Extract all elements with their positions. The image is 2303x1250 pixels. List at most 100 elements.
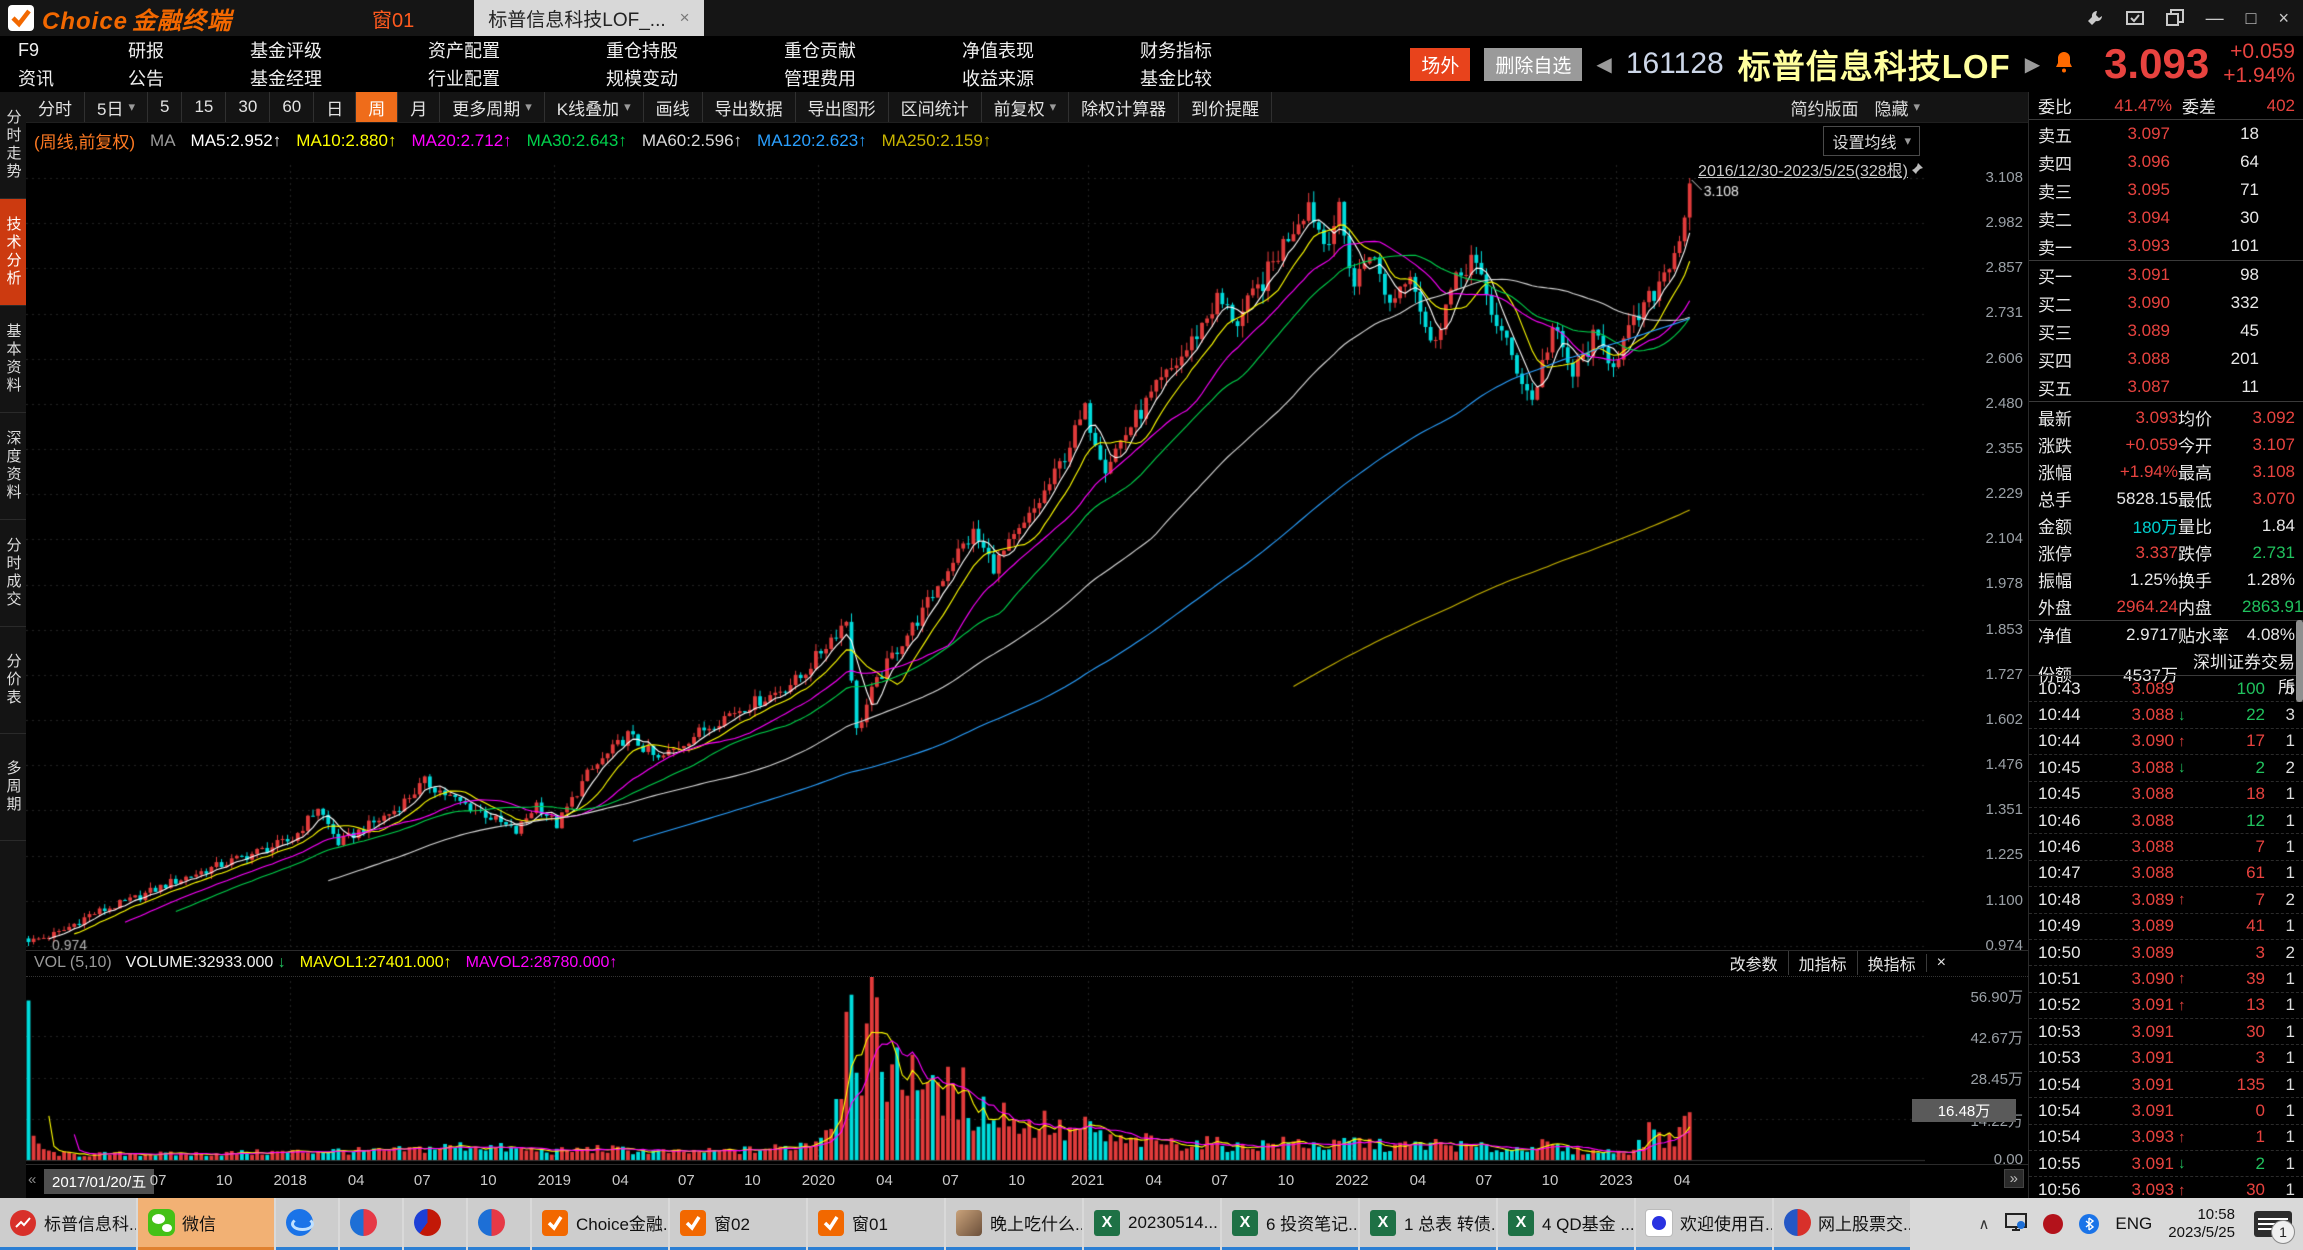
tick-row[interactable]: 10:433.0891005 bbox=[2029, 676, 2303, 702]
cascade-windows-icon[interactable] bbox=[2166, 9, 2184, 27]
taskbar-item-网上股票交...[interactable]: 网上股票交... bbox=[1774, 1198, 1910, 1250]
menu-item-F9[interactable]: F9 bbox=[10, 40, 128, 61]
next-security-icon[interactable]: ▶ bbox=[2025, 52, 2040, 77]
sidebar-item-深度资料[interactable]: 深度资料 bbox=[0, 413, 26, 520]
visible-date-range[interactable]: 2016/12/30-2023/5/25(328根) bbox=[1698, 157, 1924, 181]
toolbar-item-到价提醒[interactable]: 到价提醒 bbox=[1179, 92, 1272, 122]
toolbar-item-5日[interactable]: 5日▾ bbox=[85, 92, 148, 122]
tick-row[interactable]: 10:463.08871 bbox=[2029, 834, 2303, 860]
order-book-row[interactable]: 卖四3.09664 bbox=[2029, 148, 2303, 176]
alert-bell-icon[interactable] bbox=[2054, 51, 2074, 78]
sidebar-item-技术分析[interactable]: 技术分析 bbox=[0, 199, 26, 306]
prev-security-icon[interactable]: ◀ bbox=[1596, 52, 1611, 77]
order-book-row[interactable]: 卖三3.09571 bbox=[2029, 176, 2303, 204]
order-book-row[interactable]: 买二3.090332 bbox=[2029, 289, 2303, 317]
sidebar-item-分价表[interactable]: 分价表 bbox=[0, 627, 26, 734]
taskbar-item-4 QD基金 ...[interactable]: X4 QD基金 ... bbox=[1498, 1198, 1634, 1250]
toolbar-item-区间统计[interactable]: 区间统计 bbox=[889, 92, 982, 122]
toolbar-item-K线叠加[interactable]: K线叠加▾ bbox=[545, 92, 644, 122]
tick-row[interactable]: 10:453.088↓22 bbox=[2029, 755, 2303, 781]
indicator-action-加指标[interactable]: 加指标 bbox=[1788, 951, 1857, 975]
menu-item-收益来源[interactable]: 收益来源 bbox=[962, 65, 1140, 91]
tools-icon[interactable] bbox=[2086, 9, 2104, 27]
price-chart-canvas[interactable] bbox=[26, 159, 1925, 953]
tick-row[interactable]: 10:543.0911351 bbox=[2029, 1072, 2303, 1098]
toolbar-right-简约版面[interactable]: 简约版面 bbox=[1790, 95, 1858, 120]
tick-row[interactable]: 10:443.088↓223 bbox=[2029, 702, 2303, 728]
bluetooth-tray-icon[interactable] bbox=[2079, 1214, 2099, 1234]
ma-settings-button[interactable]: 设置均线▾ bbox=[1823, 126, 1920, 156]
taskbar-item[interactable] bbox=[404, 1198, 466, 1250]
toolbar-item-前复权[interactable]: 前复权▾ bbox=[982, 92, 1070, 122]
tick-row[interactable]: 10:503.08932 bbox=[2029, 940, 2303, 966]
taskbar-item-20230514...[interactable]: X20230514... bbox=[1084, 1198, 1220, 1250]
menu-item-重仓贡献[interactable]: 重仓贡献 bbox=[784, 37, 962, 63]
menu-item-资产配置[interactable]: 资产配置 bbox=[428, 37, 606, 63]
tick-row[interactable]: 10:483.089↑72 bbox=[2029, 887, 2303, 913]
toolbar-right-隐藏[interactable]: 隐藏▾ bbox=[1874, 95, 1920, 120]
tick-row[interactable]: 10:533.09131 bbox=[2029, 1045, 2303, 1071]
sidebar-item-基本资料[interactable]: 基本资料 bbox=[0, 306, 26, 413]
order-book-row[interactable]: 买一3.09198 bbox=[2029, 261, 2303, 289]
tick-row[interactable]: 10:533.091301 bbox=[2029, 1019, 2303, 1045]
menu-item-规模变动[interactable]: 规模变动 bbox=[606, 65, 784, 91]
taskbar-item-标普信息科...[interactable]: 标普信息科... bbox=[0, 1198, 136, 1250]
sidebar-item-多周期[interactable]: 多周期 bbox=[0, 734, 26, 841]
tick-row[interactable]: 10:523.091↑131 bbox=[2029, 993, 2303, 1019]
indicator-action-改参数[interactable]: 改参数 bbox=[1720, 951, 1788, 975]
tick-row[interactable]: 10:563.093↑301 bbox=[2029, 1177, 2303, 1198]
menu-item-基金比较[interactable]: 基金比较 bbox=[1140, 65, 1318, 91]
notification-center-icon[interactable]: 1 bbox=[2251, 1198, 2295, 1250]
toolbar-item-日[interactable]: 日 bbox=[314, 92, 356, 122]
toolbar-item-更多周期[interactable]: 更多周期▾ bbox=[440, 92, 545, 122]
order-book-row[interactable]: 买五3.08711 bbox=[2029, 373, 2303, 401]
order-book-row[interactable]: 卖二3.09430 bbox=[2029, 204, 2303, 232]
toolbar-item-5[interactable]: 5 bbox=[148, 92, 182, 122]
taskbar-item[interactable] bbox=[340, 1198, 402, 1250]
indicator-close-icon[interactable]: × bbox=[1926, 954, 1956, 972]
display-tray-icon[interactable] bbox=[2005, 1212, 2027, 1237]
clock[interactable]: 10:582023/5/25 bbox=[2168, 1206, 2235, 1242]
order-book-row[interactable]: 卖一3.093101 bbox=[2029, 232, 2303, 260]
menu-item-资讯[interactable]: 资讯 bbox=[10, 65, 128, 91]
maximize-button[interactable]: □ bbox=[2246, 8, 2257, 29]
order-book-row[interactable]: 卖五3.09718 bbox=[2029, 120, 2303, 148]
taskbar-item-晚上吃什么...[interactable]: 晚上吃什么... bbox=[946, 1198, 1082, 1250]
taskbar-item-1 总表 转债...[interactable]: X1 总表 转债... bbox=[1360, 1198, 1496, 1250]
toolbar-item-分时[interactable]: 分时 bbox=[26, 92, 85, 122]
tab-close-icon[interactable]: × bbox=[680, 8, 690, 28]
minimize-button[interactable]: — bbox=[2206, 8, 2224, 29]
toolbar-item-周[interactable]: 周 bbox=[356, 92, 398, 122]
tick-row[interactable]: 10:553.091↓21 bbox=[2029, 1151, 2303, 1177]
tick-row[interactable]: 10:493.089411 bbox=[2029, 914, 2303, 940]
indicator-action-换指标[interactable]: 换指标 bbox=[1857, 951, 1926, 975]
menu-item-研报[interactable]: 研报 bbox=[128, 37, 250, 63]
language-indicator[interactable]: ENG bbox=[2115, 1214, 2152, 1234]
order-book-row[interactable]: 买三3.08945 bbox=[2029, 317, 2303, 345]
taskbar-item-Choice金融...[interactable]: Choice金融... bbox=[532, 1198, 668, 1250]
order-book-row[interactable]: 买四3.088201 bbox=[2029, 345, 2303, 373]
tick-row[interactable]: 10:473.088611 bbox=[2029, 861, 2303, 887]
tick-row[interactable]: 10:543.09101 bbox=[2029, 1098, 2303, 1124]
menu-item-净值表现[interactable]: 净值表现 bbox=[962, 37, 1140, 63]
taskbar-item[interactable] bbox=[468, 1198, 530, 1250]
menu-item-财务指标[interactable]: 财务指标 bbox=[1140, 37, 1318, 63]
tick-row[interactable]: 10:543.093↑11 bbox=[2029, 1125, 2303, 1151]
panel-scrollbar-thumb[interactable] bbox=[2296, 620, 2303, 702]
toolbar-item-导出图形[interactable]: 导出图形 bbox=[796, 92, 889, 122]
taskbar-item-窗02[interactable]: 窗02 bbox=[670, 1198, 806, 1250]
hidden-icons-expand-icon[interactable]: ∧ bbox=[1978, 1215, 1989, 1233]
taskbar-item-欢迎使用百...[interactable]: 欢迎使用百... bbox=[1636, 1198, 1772, 1250]
taskbar-item[interactable] bbox=[276, 1198, 338, 1250]
menu-item-管理费用[interactable]: 管理费用 bbox=[784, 65, 962, 91]
taskbar-item-微信[interactable]: 微信 bbox=[138, 1198, 274, 1250]
scroll-left-icon[interactable]: « bbox=[28, 1171, 36, 1188]
toolbar-item-除权计算器[interactable]: 除权计算器 bbox=[1069, 92, 1179, 122]
tab-fund[interactable]: 标普信息科技LOF_... × bbox=[474, 0, 703, 36]
red-app-tray-icon[interactable] bbox=[2043, 1214, 2063, 1234]
window-label[interactable]: 窗01 bbox=[372, 4, 414, 33]
scroll-right-icon[interactable]: » bbox=[2004, 1169, 2024, 1188]
toolbar-item-画线[interactable]: 画线 bbox=[644, 92, 703, 122]
taskbar-item-6 投资笔记...[interactable]: X6 投资笔记... bbox=[1222, 1198, 1358, 1250]
toolbar-item-15[interactable]: 15 bbox=[182, 92, 226, 122]
